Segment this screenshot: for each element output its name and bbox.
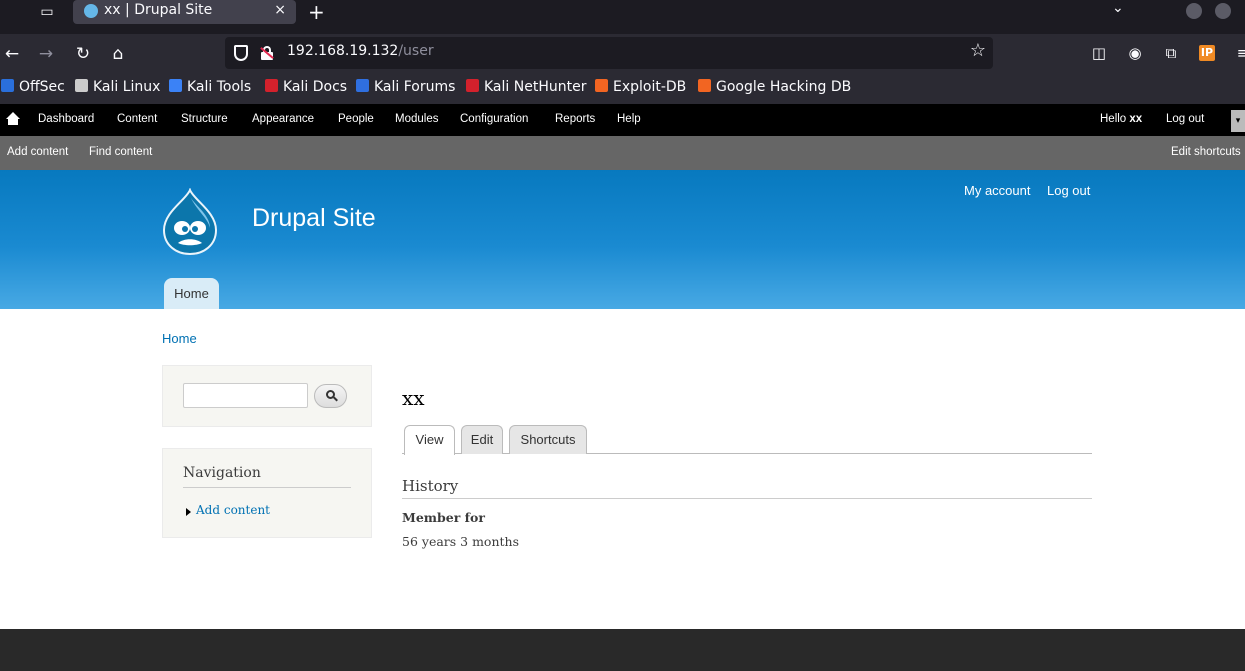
edit-shortcuts-link[interactable]: Edit shortcuts <box>1171 146 1241 158</box>
chevron-down-icon[interactable]: ⌄ <box>1112 0 1124 16</box>
toolbar-people[interactable]: People <box>338 113 374 125</box>
search-block <box>162 365 372 427</box>
url-text[interactable]: 192.168.19.132/user <box>287 43 434 59</box>
tab-list-icon[interactable]: ▭ <box>36 4 58 20</box>
google-hacking-db-icon <box>698 79 711 92</box>
browser-tab[interactable]: xx | Drupal Site × <box>73 0 296 24</box>
kali-docs-icon <box>265 79 278 92</box>
search-input[interactable] <box>183 383 308 408</box>
breadcrumb[interactable]: Home <box>162 331 197 346</box>
bookmark-google-hacking-db[interactable]: Google Hacking DB <box>698 79 851 99</box>
search-button[interactable] <box>314 384 347 408</box>
history-heading: History <box>402 477 459 495</box>
greeting-prefix: Hello <box>1100 113 1130 125</box>
kali-forums-icon <box>356 79 369 92</box>
extensions-icon[interactable]: ⧉ <box>1161 43 1181 63</box>
header-logout-link[interactable]: Log out <box>1047 183 1090 198</box>
member-for-label: Member for <box>402 510 485 525</box>
tab-title: xx | Drupal Site <box>104 2 213 18</box>
toolbar-reports[interactable]: Reports <box>555 113 595 125</box>
insecure-lock-icon[interactable] <box>260 46 274 60</box>
divider <box>183 487 351 488</box>
shortcut-add-content[interactable]: Add content <box>7 146 68 158</box>
forward-arrow-icon[interactable]: → <box>35 43 57 65</box>
new-tab-icon[interactable]: + <box>308 0 325 24</box>
page-title: xx <box>402 386 425 410</box>
tab-view[interactable]: View <box>404 425 455 455</box>
toolbar-greeting: Hello xx <box>1100 113 1142 125</box>
bookmark-kali-docs[interactable]: Kali Docs <box>265 79 347 99</box>
bookmark-offsec[interactable]: OffSec <box>1 79 65 99</box>
toolbar-content[interactable]: Content <box>117 113 157 125</box>
toolbar-structure[interactable]: Structure <box>181 113 228 125</box>
toolbar-dashboard[interactable]: Dashboard <box>38 113 94 125</box>
bookmark-star-icon[interactable]: ☆ <box>970 40 986 61</box>
greeting-username[interactable]: xx <box>1129 113 1142 125</box>
bookmark-kali-nethunter[interactable]: Kali NetHunter <box>466 79 586 99</box>
shortcut-find-content[interactable]: Find content <box>89 146 152 158</box>
url-bar[interactable]: 192.168.19.132/user ☆ <box>225 37 993 69</box>
reload-icon[interactable]: ↻ <box>72 43 94 65</box>
shortcuts-toolbar: Add content Find content Edit shortcuts <box>0 136 1245 170</box>
main-menu-home-tab[interactable]: Home <box>164 278 219 309</box>
bookmark-kali-forums[interactable]: Kali Forums <box>356 79 455 99</box>
toolbar-modules[interactable]: Modules <box>395 113 438 125</box>
navigation-title: Navigation <box>183 465 261 481</box>
my-account-link[interactable]: My account <box>964 183 1030 198</box>
drupal-favicon-icon <box>84 4 98 18</box>
site-footer <box>0 629 1245 671</box>
browser-nav-bar: ← → ↻ ⌂ 192.168.19.132/user ☆ ◫ ◉ ⧉ IP ≡ <box>0 34 1245 74</box>
kali-tools-icon <box>169 79 182 92</box>
divider <box>402 498 1092 499</box>
menu-icon[interactable]: ≡ <box>1233 43 1245 63</box>
bookmarks-bar: OffSec Kali Linux Kali Tools Kali Docs K… <box>0 74 1245 104</box>
home-icon[interactable] <box>6 112 20 126</box>
exploit-db-icon <box>595 79 608 92</box>
ip-extension-icon[interactable]: IP <box>1199 45 1215 61</box>
tab-close-icon[interactable]: × <box>274 2 286 18</box>
bookmark-kali-tools[interactable]: Kali Tools <box>169 79 251 99</box>
member-for-value: 56 years 3 months <box>402 534 519 549</box>
url-path: /user <box>398 43 434 59</box>
collapsed-arrow-icon <box>186 508 191 516</box>
toolbar-logout[interactable]: Log out <box>1166 113 1204 125</box>
bookmark-kali-linux[interactable]: Kali Linux <box>75 79 160 99</box>
browser-tab-bar: ▭ xx | Drupal Site × + ⌄ <box>0 0 1245 34</box>
navigation-add-content-link[interactable]: Add content <box>196 503 270 517</box>
kali-nethunter-icon <box>466 79 479 92</box>
kali-dragon-icon <box>75 79 88 92</box>
drupal-logo-icon[interactable] <box>160 188 220 256</box>
toolbar-drawer-toggle-icon[interactable]: ▾ <box>1231 110 1245 132</box>
pocket-icon[interactable]: ◫ <box>1089 43 1109 63</box>
site-header: Drupal Site My account Log out Home <box>0 170 1245 309</box>
tab-edit[interactable]: Edit <box>461 425 503 454</box>
minimize-button[interactable] <box>1186 3 1202 19</box>
account-icon[interactable]: ◉ <box>1125 43 1145 63</box>
url-host: 192.168.19.132 <box>287 43 399 59</box>
navigation-block: Navigation Add content <box>162 448 372 538</box>
back-arrow-icon[interactable]: ← <box>1 43 23 65</box>
toolbar-help[interactable]: Help <box>617 113 641 125</box>
tracking-protection-shield-icon[interactable] <box>234 45 248 61</box>
toolbar-appearance[interactable]: Appearance <box>252 113 314 125</box>
offsec-icon <box>1 79 14 92</box>
tab-shortcuts[interactable]: Shortcuts <box>509 425 587 454</box>
home-icon[interactable]: ⌂ <box>107 43 129 65</box>
bookmark-exploit-db[interactable]: Exploit-DB <box>595 79 686 99</box>
admin-toolbar: Dashboard Content Structure Appearance P… <box>0 104 1245 136</box>
toolbar-configuration[interactable]: Configuration <box>460 113 528 125</box>
content-tabs: View Edit Shortcuts <box>402 424 1092 455</box>
site-name[interactable]: Drupal Site <box>252 204 376 233</box>
maximize-button[interactable] <box>1215 3 1231 19</box>
